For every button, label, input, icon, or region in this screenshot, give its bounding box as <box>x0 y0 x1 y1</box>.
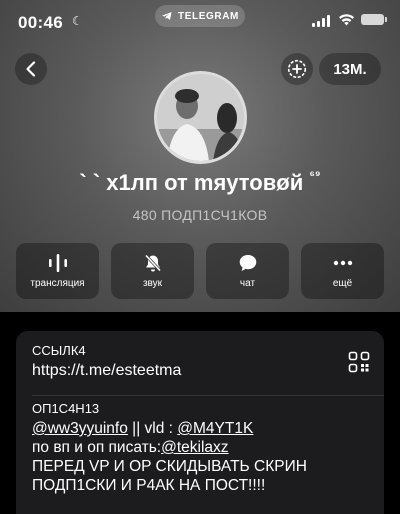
battery-icon <box>361 14 387 25</box>
more-button[interactable]: 13M. <box>319 53 381 85</box>
channel-name-text: ` ` x1лп от mяутовøй <box>79 170 304 195</box>
description-text-1: || vld : <box>127 420 178 437</box>
channel-description: @ww3yyuinfo || vld : @M4YT1K по вп и оп … <box>32 419 377 495</box>
qr-code-icon <box>348 351 370 373</box>
chat-label: чат <box>239 278 256 289</box>
action-row: трансляция звук чат ещё <box>16 243 384 299</box>
more-dots-icon <box>333 260 352 266</box>
status-time: 00:46 <box>18 13 63 32</box>
link-section-label: ССЫЛК4 <box>32 343 86 358</box>
mute-label: звук <box>142 278 163 289</box>
avatar-photo <box>157 74 244 161</box>
back-button[interactable] <box>15 53 47 85</box>
add-story-button[interactable] <box>281 53 313 85</box>
channel-avatar[interactable] <box>154 71 247 164</box>
channel-info-card: ССЫЛК4 https://t.me/esteetma ОП1С4Н13 @w… <box>16 331 384 514</box>
bell-off-icon <box>144 254 161 272</box>
return-to-app-pill[interactable]: TELEGRAM <box>155 5 245 27</box>
chevron-left-icon <box>26 61 36 77</box>
wifi-icon <box>339 14 354 26</box>
channel-name: ` ` x1лп от mяутовøй ⁶⁹ <box>0 168 400 196</box>
waveform-icon <box>48 254 67 272</box>
cellular-signal-icon <box>312 15 330 27</box>
description-text-2: по вп и оп писать: <box>32 439 162 456</box>
subscriber-count: 480 ПОДП1СЧ1КОВ <box>132 207 268 223</box>
mute-button[interactable]: звук <box>111 243 194 299</box>
channel-header: 00:46 ☾ TELEGRAM 13M. ` ` x1лп от mяутов… <box>0 0 400 312</box>
more-actions-label: ещё <box>332 278 353 289</box>
mention-link-1[interactable]: @ww3yyuinfo <box>32 420 128 437</box>
chat-button[interactable]: чат <box>206 243 289 299</box>
description-line-2: по вп и оп писать:@tekilaxz <box>32 438 377 457</box>
channel-link[interactable]: https://t.me/esteetma <box>32 362 181 380</box>
live-stream-button[interactable]: трансляция <box>16 243 99 299</box>
description-line-3: ПЕРЕД VP И OP СКИДЫВАТЬ СКРИН ПОДП1СКИ И… <box>32 458 307 494</box>
status-bar: 00:46 ☾ TELEGRAM <box>0 0 400 40</box>
channel-name-suffix: ⁶⁹ <box>309 168 321 182</box>
description-line-1: @ww3yyuinfo || vld : @M4YT1K <box>32 419 377 438</box>
chat-bubble-icon <box>239 255 256 271</box>
plus-circle-icon <box>287 59 307 79</box>
telegram-icon <box>162 12 172 20</box>
section-divider <box>32 395 384 396</box>
description-section-label: ОП1С4Н13 <box>32 401 100 416</box>
more-actions-button[interactable]: ещё <box>301 243 384 299</box>
app-name: TELEGRAM <box>178 10 239 22</box>
mention-link-2[interactable]: @M4YT1K <box>177 420 253 437</box>
live-stream-label: трансляция <box>30 278 85 289</box>
mention-link-3[interactable]: @tekilaxz <box>161 439 228 456</box>
focus-moon-icon: ☾ <box>72 14 83 28</box>
qr-code-button[interactable] <box>348 351 370 378</box>
